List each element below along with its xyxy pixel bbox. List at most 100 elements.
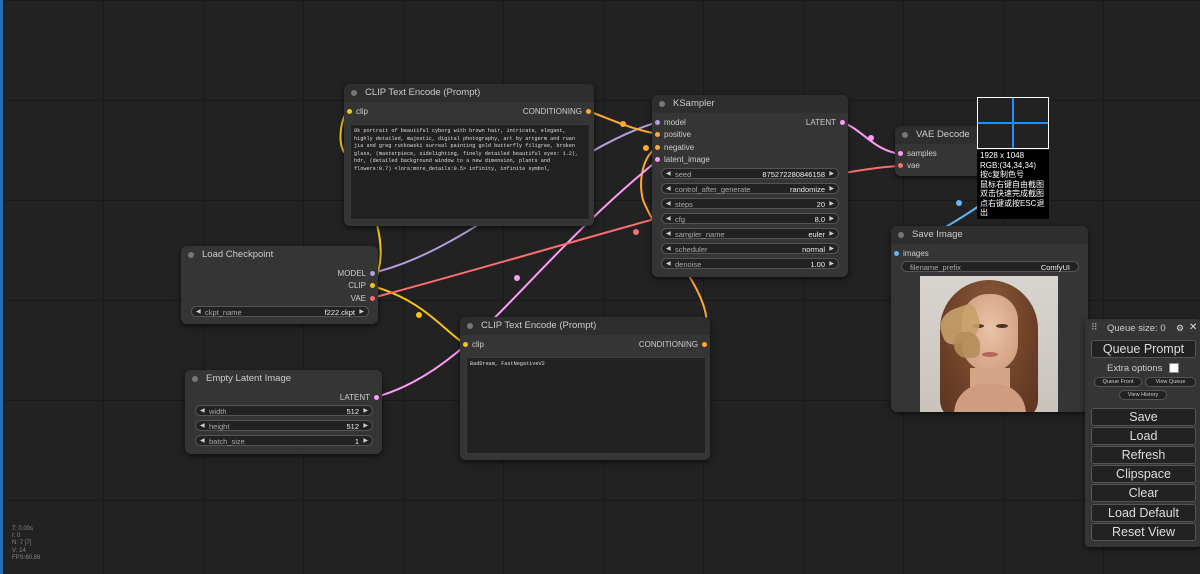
input-samples[interactable]: samples xyxy=(895,149,937,159)
node-title[interactable]: KSampler xyxy=(652,95,848,113)
load-default-button[interactable]: Load Default xyxy=(1091,504,1196,522)
pin-icon[interactable] xyxy=(370,271,375,276)
view-history-button[interactable]: View History xyxy=(1119,390,1167,400)
arrow-right-icon[interactable]: ▶ xyxy=(829,199,834,210)
queue-prompt-button[interactable]: Queue Prompt xyxy=(1091,340,1196,358)
input-clip[interactable]: clip xyxy=(344,107,368,117)
collapse-dot-icon[interactable] xyxy=(467,323,473,329)
collapse-dot-icon[interactable] xyxy=(902,132,908,138)
input-vae[interactable]: vae xyxy=(895,161,920,171)
extra-options-checkbox[interactable] xyxy=(1169,363,1179,373)
pin-icon[interactable] xyxy=(655,157,660,162)
refresh-button[interactable]: Refresh xyxy=(1091,446,1196,464)
steps-widget[interactable]: ◀ steps 20 ▶ xyxy=(661,198,839,209)
arrow-right-icon[interactable]: ▶ xyxy=(829,214,834,225)
node-title[interactable]: Empty Latent Image xyxy=(185,370,382,388)
arrow-left-icon[interactable]: ◀ xyxy=(196,307,201,318)
arrow-left-icon[interactable]: ◀ xyxy=(200,406,205,417)
arrow-right-icon[interactable]: ▶ xyxy=(829,169,834,180)
queue-front-button[interactable]: Queue Front xyxy=(1094,377,1142,387)
pin-icon[interactable] xyxy=(655,132,660,137)
arrow-left-icon[interactable]: ◀ xyxy=(666,214,671,225)
output-clip[interactable]: CLIP xyxy=(348,281,378,291)
arrow-right-icon[interactable]: ▶ xyxy=(363,436,368,447)
arrow-right-icon[interactable]: ▶ xyxy=(829,244,834,255)
pin-icon[interactable] xyxy=(655,145,660,150)
pin-icon[interactable] xyxy=(702,342,707,347)
collapse-dot-icon[interactable] xyxy=(192,376,198,382)
node-title[interactable]: CLIP Text Encode (Prompt) xyxy=(460,317,710,335)
collapse-dot-icon[interactable] xyxy=(351,90,357,96)
empty-latent-image-node[interactable]: Empty Latent Image LATENT ◀ width 512 ▶ … xyxy=(185,370,382,454)
pin-icon[interactable] xyxy=(370,296,375,301)
filename-prefix-widget[interactable]: filename_prefix ComfyUI xyxy=(901,261,1079,272)
pin-icon[interactable] xyxy=(894,251,899,256)
pin-icon[interactable] xyxy=(586,109,591,114)
pin-icon[interactable] xyxy=(347,109,352,114)
node-title[interactable]: Load Checkpoint xyxy=(181,246,378,264)
output-model[interactable]: MODEL xyxy=(338,269,378,279)
ksampler-node[interactable]: KSampler model positive negative latent_… xyxy=(652,95,848,277)
arrow-right-icon[interactable]: ▶ xyxy=(363,406,368,417)
arrow-left-icon[interactable]: ◀ xyxy=(666,169,671,180)
node-title[interactable]: VAE Decode xyxy=(895,126,983,144)
save-image-node[interactable]: Save Image images filename_prefix ComfyU… xyxy=(891,226,1088,412)
arrow-right-icon[interactable]: ▶ xyxy=(829,259,834,270)
seed-widget[interactable]: ◀ seed 875272280846158 ▶ xyxy=(661,168,839,179)
control-after-generate-widget[interactable]: ◀ control_after_generate randomize ▶ xyxy=(661,183,839,194)
output-latent[interactable]: LATENT xyxy=(806,118,848,128)
input-model[interactable]: model xyxy=(652,118,686,128)
graph-canvas[interactable]: CLIP Text Encode (Prompt) clip CONDITION… xyxy=(0,0,1200,574)
denoise-widget[interactable]: ◀ denoise 1.00 ▶ xyxy=(661,258,839,269)
sampler-name-widget[interactable]: ◀ sampler_name euler ▶ xyxy=(661,228,839,239)
prompt-textarea[interactable]: BadDream, FastNegativeV2 xyxy=(466,357,706,454)
node-title[interactable]: Save Image xyxy=(891,226,1088,244)
output-conditioning[interactable]: CONDITIONING xyxy=(639,340,710,350)
scheduler-widget[interactable]: ◀ scheduler normal ▶ xyxy=(661,243,839,254)
batch-size-widget[interactable]: ◀ batch_size 1 ▶ xyxy=(195,435,373,446)
input-clip[interactable]: clip xyxy=(460,340,484,350)
arrow-left-icon[interactable]: ◀ xyxy=(666,259,671,270)
ckpt-name-widget[interactable]: ◀ ckpt_name f222.ckpt ▶ xyxy=(191,306,369,317)
arrow-left-icon[interactable]: ◀ xyxy=(666,229,671,240)
close-icon[interactable]: ✕ xyxy=(1189,322,1197,333)
queue-menu[interactable]: ⠿ Queue size: 0 ⚙ ✕ Queue Prompt Extra o… xyxy=(1085,319,1200,547)
reset-view-button[interactable]: Reset View xyxy=(1091,523,1196,541)
prompt-textarea[interactable]: 8k portrait of beautiful cyborg with bro… xyxy=(350,124,590,220)
pin-icon[interactable] xyxy=(463,342,468,347)
arrow-right-icon[interactable]: ▶ xyxy=(829,229,834,240)
clip-text-encode-positive-node[interactable]: CLIP Text Encode (Prompt) clip CONDITION… xyxy=(344,84,594,226)
pin-icon[interactable] xyxy=(370,283,375,288)
collapse-dot-icon[interactable] xyxy=(188,252,194,258)
arrow-right-icon[interactable]: ▶ xyxy=(829,184,834,195)
pin-icon[interactable] xyxy=(898,151,903,156)
load-button[interactable]: Load xyxy=(1091,427,1196,445)
cfg-widget[interactable]: ◀ cfg 8.0 ▶ xyxy=(661,213,839,224)
arrow-left-icon[interactable]: ◀ xyxy=(200,421,205,432)
output-image-preview[interactable] xyxy=(920,276,1058,412)
pin-icon[interactable] xyxy=(374,395,379,400)
arrow-right-icon[interactable]: ▶ xyxy=(363,421,368,432)
output-conditioning[interactable]: CONDITIONING xyxy=(523,107,594,117)
save-button[interactable]: Save xyxy=(1091,408,1196,426)
width-widget[interactable]: ◀ width 512 ▶ xyxy=(195,405,373,416)
node-title[interactable]: CLIP Text Encode (Prompt) xyxy=(344,84,594,102)
view-queue-button[interactable]: View Queue xyxy=(1145,377,1196,387)
arrow-left-icon[interactable]: ◀ xyxy=(666,244,671,255)
drag-handle-icon[interactable]: ⠿ xyxy=(1091,322,1098,333)
pin-icon[interactable] xyxy=(898,163,903,168)
height-widget[interactable]: ◀ height 512 ▶ xyxy=(195,420,373,431)
pin-icon[interactable] xyxy=(840,120,845,125)
clipspace-button[interactable]: Clipspace xyxy=(1091,465,1196,483)
arrow-left-icon[interactable]: ◀ xyxy=(200,436,205,447)
input-latent-image[interactable]: latent_image xyxy=(652,155,710,165)
gear-icon[interactable]: ⚙ xyxy=(1176,323,1184,334)
arrow-right-icon[interactable]: ▶ xyxy=(359,307,364,318)
arrow-left-icon[interactable]: ◀ xyxy=(666,184,671,195)
clip-text-encode-negative-node[interactable]: CLIP Text Encode (Prompt) clip CONDITION… xyxy=(460,317,710,460)
pin-icon[interactable] xyxy=(655,120,660,125)
collapse-dot-icon[interactable] xyxy=(659,101,665,107)
vae-decode-node[interactable]: VAE Decode samples vae xyxy=(895,126,983,176)
input-negative[interactable]: negative xyxy=(652,143,694,153)
load-checkpoint-node[interactable]: Load Checkpoint MODEL CLIP VAE ◀ ckpt_na… xyxy=(181,246,378,324)
